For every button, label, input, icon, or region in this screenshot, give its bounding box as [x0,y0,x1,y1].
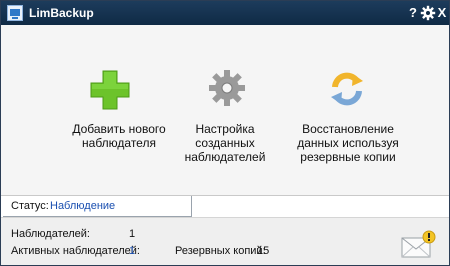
plus-icon [90,70,130,110]
main-panel: Добавить нового наблюдателя Настройка со… [1,25,449,195]
watchers-count-label: Наблюдателей: [11,228,90,240]
refresh-icon [331,72,363,106]
status-bar: Статус: Наблюдение [1,195,449,218]
add-watcher-label: Добавить нового наблюдателя [72,122,166,150]
stats-footer: Наблюдателей: 1 Активных наблюдателей: 1… [1,217,449,265]
window-title: LimBackup [29,6,94,20]
app-window: LimBackup ? X Добавить нового наблюдател… [0,0,450,266]
restore-label: Восстановление данных используя резервны… [297,122,399,164]
active-watchers-label: Активных наблюдателей: [11,245,140,257]
help-button[interactable]: ? [405,4,421,22]
mail-alert-icon[interactable] [401,230,437,260]
gear-icon [209,70,245,106]
active-watchers-value[interactable]: 1 [129,245,135,257]
status-value-link[interactable]: Наблюдение [50,200,115,212]
title-bar: LimBackup ? X [1,1,449,25]
watchers-count-value: 1 [129,228,136,240]
status-label: Статус: [11,200,49,212]
backups-count-label: Резервных копий: [175,245,266,257]
status-panel: Статус: Наблюдение [3,196,192,217]
configure-watchers-label: Настройка созданных наблюдателей [184,122,266,164]
backups-count-value: 15 [257,245,270,257]
app-logo-icon [7,5,23,21]
close-button[interactable]: X [434,4,449,22]
